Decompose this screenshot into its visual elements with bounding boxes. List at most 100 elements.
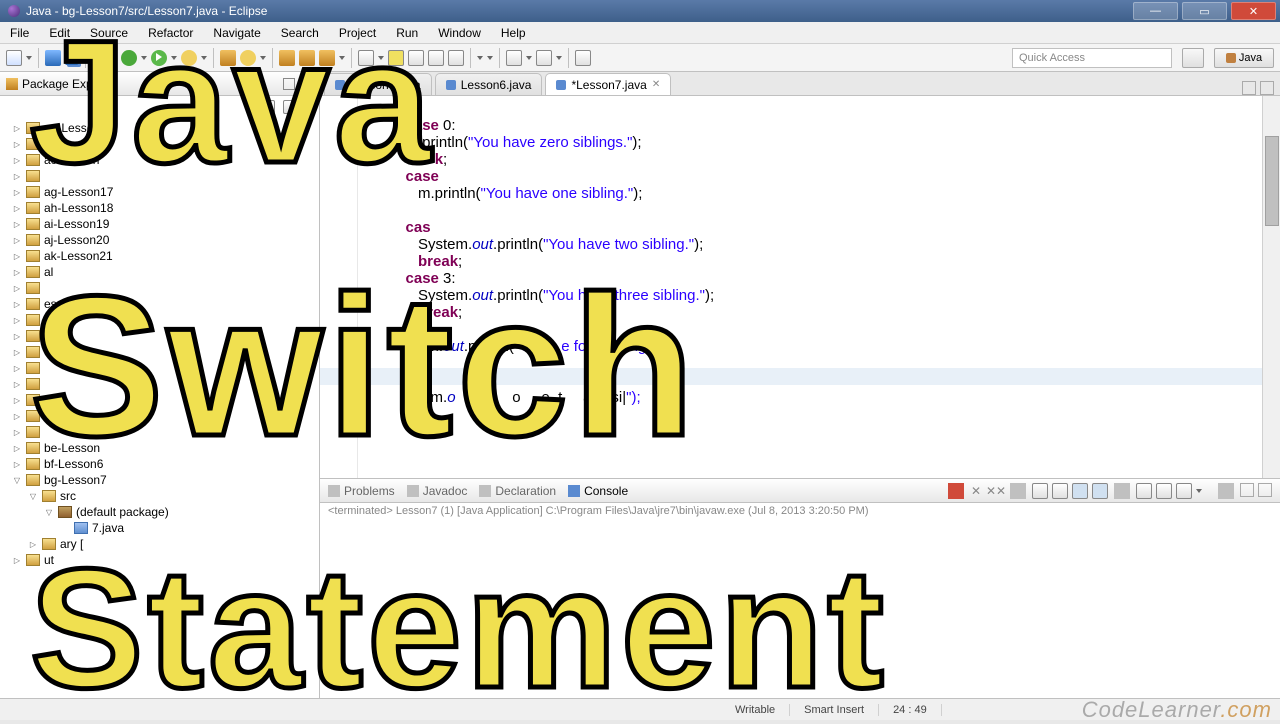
tree-node[interactable] <box>0 392 319 408</box>
tree-node[interactable]: bg-Lesson7 <box>0 472 319 488</box>
quick-access-input[interactable]: Quick Access <box>1012 48 1172 68</box>
highlight-icon[interactable] <box>388 50 404 66</box>
package-explorer-tab[interactable]: Package Explo <box>0 72 319 96</box>
view-menu-icon[interactable] <box>305 99 311 115</box>
wrap-icon[interactable] <box>1092 483 1108 499</box>
tab-problems[interactable]: Problems <box>328 484 395 498</box>
close-button[interactable]: ✕ <box>1231 2 1276 20</box>
maximize-button[interactable]: ▭ <box>1182 2 1227 20</box>
maximize-view-icon[interactable] <box>301 78 313 90</box>
console-icon-b[interactable] <box>1052 483 1068 499</box>
debug-icon[interactable] <box>121 50 137 66</box>
tree-node[interactable]: 7.java <box>0 520 319 536</box>
menu-window[interactable]: Window <box>428 26 491 40</box>
editor-scrollbar[interactable] <box>1262 96 1280 478</box>
tab-declaration[interactable]: Declaration <box>479 484 556 498</box>
save-icon[interactable] <box>45 50 61 66</box>
run-dropdown[interactable] <box>171 50 177 66</box>
folder-icon[interactable] <box>279 50 295 66</box>
menu-project[interactable]: Project <box>329 26 386 40</box>
editor-min-icon[interactable] <box>1242 81 1256 95</box>
menu-refactor[interactable]: Refactor <box>138 26 203 40</box>
pin-console-icon[interactable] <box>1156 483 1172 499</box>
minimize-view-icon[interactable] <box>283 78 295 90</box>
tree-node[interactable] <box>0 312 319 328</box>
console-icon-a[interactable] <box>1032 483 1048 499</box>
minimize-button[interactable]: — <box>1133 2 1178 20</box>
project-tree[interactable]: aa-Lessonab-Lessonac-Lesson ag-Lesson17ah… <box>0 118 319 698</box>
close-tab-icon[interactable]: ✕ <box>652 79 660 90</box>
tree-node[interactable]: ag-Lesson17 <box>0 184 319 200</box>
search-icon[interactable] <box>358 50 374 66</box>
tree-node[interactable] <box>0 280 319 296</box>
tree-node[interactable] <box>0 376 319 392</box>
tree-node[interactable]: esson <box>0 344 319 360</box>
remove-launch-icon[interactable]: ✕ <box>968 483 984 499</box>
tree-node[interactable]: ai-Lesson19 <box>0 216 319 232</box>
console-min-icon[interactable] <box>1240 483 1254 497</box>
run-icon[interactable] <box>151 50 167 66</box>
nav-fwd-icon[interactable] <box>536 50 552 66</box>
tree-node[interactable]: ary [ <box>0 536 319 552</box>
tree-node[interactable] <box>0 408 319 424</box>
tree-node[interactable]: be-Lesson <box>0 440 319 456</box>
new-dropdown[interactable] <box>26 50 32 66</box>
tab-console[interactable]: Console <box>568 484 628 498</box>
newclass-icon[interactable] <box>240 50 256 66</box>
icon-c[interactable] <box>448 50 464 66</box>
tree-node[interactable]: ut <box>0 552 319 568</box>
code-editor[interactable]: case 0: .println("You have zero siblings… <box>320 96 1280 478</box>
icon-a[interactable] <box>408 50 424 66</box>
console-max-icon[interactable] <box>1258 483 1272 497</box>
tab-javadoc[interactable]: Javadoc <box>407 484 468 498</box>
tree-node[interactable] <box>0 168 319 184</box>
menu-navigate[interactable]: Navigate <box>203 26 270 40</box>
tree-node[interactable] <box>0 424 319 440</box>
tree-node[interactable]: ab-Lesson <box>0 136 319 152</box>
tree-node[interactable]: ah-Lesson18 <box>0 200 319 216</box>
editor-max-icon[interactable] <box>1260 81 1274 95</box>
terminate-icon[interactable] <box>948 483 964 499</box>
tree-node[interactable]: ac-Lesson <box>0 152 319 168</box>
menu-file[interactable]: File <box>0 26 39 40</box>
menu-help[interactable]: Help <box>491 26 536 40</box>
link-icon[interactable] <box>283 100 297 114</box>
saveall-icon[interactable] <box>65 51 79 65</box>
menu-run[interactable]: Run <box>386 26 428 40</box>
console-body[interactable] <box>320 521 1280 698</box>
tree-node[interactable]: (default package) <box>0 504 319 520</box>
menu-search[interactable]: Search <box>271 26 329 40</box>
tab-lesson6[interactable]: Lesson6.java <box>435 73 543 95</box>
fwd-dropdown[interactable] <box>487 50 493 66</box>
tab-lesson7[interactable]: *Lesson7.java✕ <box>545 73 671 95</box>
icon-1[interactable] <box>92 50 108 66</box>
console-icon-c[interactable] <box>1136 483 1152 499</box>
tree-node[interactable]: ak-Lesson21 <box>0 248 319 264</box>
tree-node[interactable]: esson <box>0 296 319 312</box>
open-perspective-button[interactable] <box>1182 48 1204 68</box>
scroll-lock-icon[interactable] <box>1072 483 1088 499</box>
collapse-icon[interactable] <box>261 100 275 114</box>
tree-node[interactable]: src <box>0 488 319 504</box>
pin-icon[interactable] <box>575 50 591 66</box>
nav-back-icon[interactable] <box>506 50 522 66</box>
remove-all-icon[interactable]: ✕✕ <box>988 483 1004 499</box>
ext-icon[interactable] <box>181 50 197 66</box>
ext-dropdown[interactable] <box>201 50 207 66</box>
folder2-icon[interactable] <box>299 50 315 66</box>
folder3-icon[interactable] <box>319 50 335 66</box>
tree-node[interactable]: al <box>0 264 319 280</box>
java-perspective-button[interactable]: Java <box>1214 48 1274 68</box>
tree-node[interactable] <box>0 328 319 344</box>
newpkg-icon[interactable] <box>220 50 236 66</box>
tree-node[interactable] <box>0 360 319 376</box>
debug-dropdown[interactable] <box>141 50 147 66</box>
display-console-icon[interactable] <box>1176 483 1192 499</box>
back-dropdown[interactable] <box>477 50 483 66</box>
scrollbar-thumb[interactable] <box>1265 136 1279 226</box>
menu-source[interactable]: Source <box>80 26 138 40</box>
icon-b[interactable] <box>428 50 444 66</box>
tree-node[interactable]: bf-Lesson6 <box>0 456 319 472</box>
tree-node[interactable]: aj-Lesson20 <box>0 232 319 248</box>
tree-node[interactable]: aa-Lesson <box>0 120 319 136</box>
